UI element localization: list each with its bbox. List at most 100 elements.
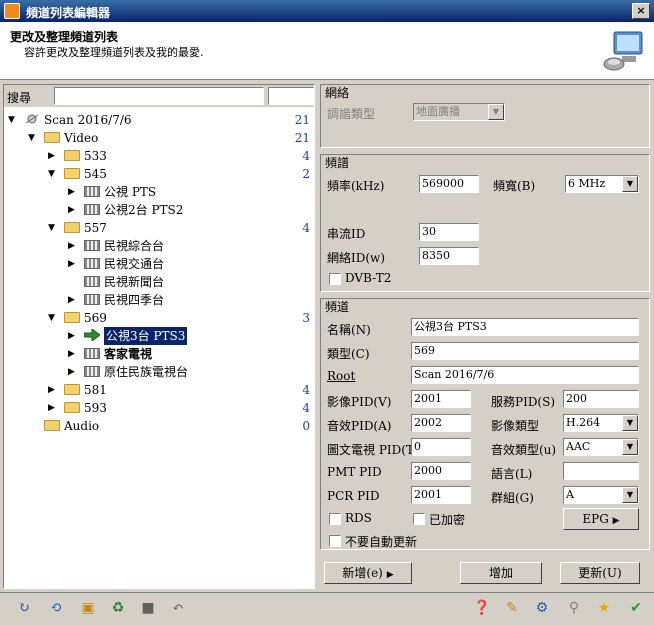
undo-icon[interactable]: ↶ [166, 597, 190, 621]
collapse-icon[interactable]: ▶ [68, 201, 75, 219]
tree-node-video[interactable]: ▼ Video 21 [28, 129, 314, 147]
add-button[interactable]: 增加 [460, 562, 542, 584]
tree-label: Video [64, 131, 99, 145]
chevron-down-icon[interactable]: ▼ [622, 487, 638, 503]
search-filter-input[interactable] [268, 87, 314, 105]
tree-node-545[interactable]: ▼ 545 2 [48, 165, 314, 183]
teletext-pid-input[interactable]: 0 [411, 438, 471, 456]
expand-icon[interactable]: ▼ [48, 309, 55, 327]
settings-icon[interactable]: ⚙ [530, 597, 554, 621]
no-auto-update-checkbox[interactable] [329, 535, 341, 547]
group-title: 網絡 [325, 86, 350, 100]
collapse-icon[interactable]: ▶ [48, 381, 55, 399]
chevron-down-icon[interactable]: ▼ [622, 176, 638, 192]
video-pid-input[interactable]: 2001 [411, 390, 471, 408]
tree-channel-selected[interactable]: ▶ 公視3台 PTS3 [68, 327, 314, 345]
tree-channel[interactable]: ▶ 公視 PTS [68, 183, 314, 201]
root-input[interactable]: Scan 2016/7/6 [411, 366, 639, 384]
tree-node-557[interactable]: ▼ 557 4 [48, 219, 314, 237]
tree-count: 0 [302, 419, 310, 433]
tree-channel[interactable]: ▶ 客家電視 [68, 345, 314, 363]
dvbt2-checkbox[interactable] [329, 273, 341, 285]
encrypted-checkbox[interactable] [413, 513, 425, 525]
tree-node-581[interactable]: ▶ 581 4 [48, 381, 314, 399]
audio-type-select[interactable]: AAC ▼ [563, 438, 639, 456]
reload-icon[interactable]: ⟲ [44, 597, 68, 621]
collapse-icon[interactable]: ▶ [48, 147, 55, 165]
collapse-icon[interactable]: ▶ [68, 255, 75, 273]
video-type-select[interactable]: H.264 ▼ [563, 414, 639, 432]
channel-icon [84, 294, 100, 305]
collapse-icon[interactable]: ▶ [68, 291, 75, 309]
expand-icon[interactable]: ▼ [48, 219, 55, 237]
name-input[interactable]: 公視3台 PTS3 [411, 318, 639, 336]
tree-channel[interactable]: 民視新聞台 [68, 273, 314, 291]
epg-button-label: EPG [582, 512, 609, 526]
collapse-icon[interactable]: ▶ [68, 363, 75, 381]
collapse-icon[interactable]: ▶ [68, 183, 75, 201]
expand-icon[interactable]: ▼ [28, 129, 35, 147]
network-id-label: 網絡ID(w) [327, 251, 385, 265]
collapse-icon[interactable]: ▶ [68, 327, 75, 345]
ok-check-icon[interactable]: ✔ [624, 597, 648, 621]
help-icon[interactable]: ❓ [470, 597, 494, 621]
group-select[interactable]: A ▼ [563, 486, 639, 504]
update-button[interactable]: 更新(U) [560, 562, 640, 584]
channel-tree[interactable]: ▼ Scan 2016/7/6 21 ▼ Video 21 ▶ 533 4 ▼ … [4, 109, 314, 589]
group-value: A [566, 488, 574, 501]
service-pid-input[interactable]: 200 [563, 390, 639, 408]
chevron-down-icon[interactable]: ▼ [622, 439, 638, 455]
chevron-down-icon[interactable]: ▼ [622, 415, 638, 431]
type-input[interactable]: 569 [411, 342, 639, 360]
tree-count: 4 [302, 383, 310, 397]
rds-checkbox[interactable] [329, 513, 341, 525]
close-button[interactable]: × [632, 3, 650, 19]
tree-node-scan[interactable]: ▼ Scan 2016/7/6 21 [8, 111, 314, 129]
tree-node-593[interactable]: ▶ 593 4 [48, 399, 314, 417]
window-title: 頻道列表編輯器 [26, 6, 111, 20]
pcr-pid-label: PCR PID [327, 489, 380, 503]
pcr-pid-input[interactable]: 2001 [411, 486, 471, 504]
ts-id-input[interactable]: 30 [419, 223, 479, 241]
audio-pid-input[interactable]: 2002 [411, 414, 471, 432]
search-icon[interactable]: ⚲ [562, 597, 586, 621]
epg-button[interactable]: EPG ▶ [563, 508, 639, 530]
tree-count: 21 [294, 113, 310, 127]
frequency-input[interactable]: 569000 [419, 175, 479, 193]
favorite-star-icon[interactable]: ★ [592, 597, 616, 621]
add-new-button[interactable]: 新增(e) ▶ [324, 562, 412, 584]
tree-label: 原住民族電視台 [104, 365, 189, 379]
expand-icon[interactable]: ▼ [48, 165, 55, 183]
tree-label: 557 [84, 221, 107, 235]
tree-node-audio[interactable]: Audio 0 [28, 417, 314, 435]
new-folder-icon[interactable]: ▣ [76, 597, 100, 621]
tree-channel[interactable]: ▶ 公視2台 PTS2 [68, 201, 314, 219]
stop-icon[interactable]: ■ [136, 597, 160, 621]
bandwidth-select[interactable]: 6 MHz ▼ [565, 175, 639, 193]
collapse-icon[interactable]: ▶ [68, 345, 75, 363]
network-id-input[interactable]: 8350 [419, 247, 479, 265]
tree-label: 公視2台 PTS2 [104, 203, 184, 217]
no-auto-update-label: 不要自動更新 [345, 535, 418, 549]
pmt-pid-input[interactable]: 2000 [411, 462, 471, 480]
tree-node-569[interactable]: ▼ 569 3 [48, 309, 314, 327]
folder-icon [44, 132, 60, 143]
search-input[interactable] [54, 87, 264, 105]
refresh-icon[interactable]: ↻ [12, 597, 36, 621]
tree-channel[interactable]: ▶ 民視交通台 [68, 255, 314, 273]
expand-icon[interactable]: ▼ [8, 111, 15, 129]
frequency-label: 頻率(kHz) [327, 179, 385, 193]
tree-label: 581 [84, 383, 107, 397]
collapse-icon[interactable]: ▶ [68, 237, 75, 255]
video-type-value: H.264 [566, 416, 601, 429]
recycle-icon[interactable]: ♻ [106, 597, 130, 621]
tree-node-533[interactable]: ▶ 533 4 [48, 147, 314, 165]
tree-channel[interactable]: ▶ 民視四季台 [68, 291, 314, 309]
folder-icon [64, 168, 80, 179]
language-input[interactable] [563, 462, 639, 480]
chevron-right-icon: ▶ [612, 516, 620, 526]
collapse-icon[interactable]: ▶ [48, 399, 55, 417]
tree-channel[interactable]: ▶ 民視綜合台 [68, 237, 314, 255]
edit-icon[interactable]: ✎ [500, 597, 524, 621]
tree-channel[interactable]: ▶ 原住民族電視台 [68, 363, 314, 381]
